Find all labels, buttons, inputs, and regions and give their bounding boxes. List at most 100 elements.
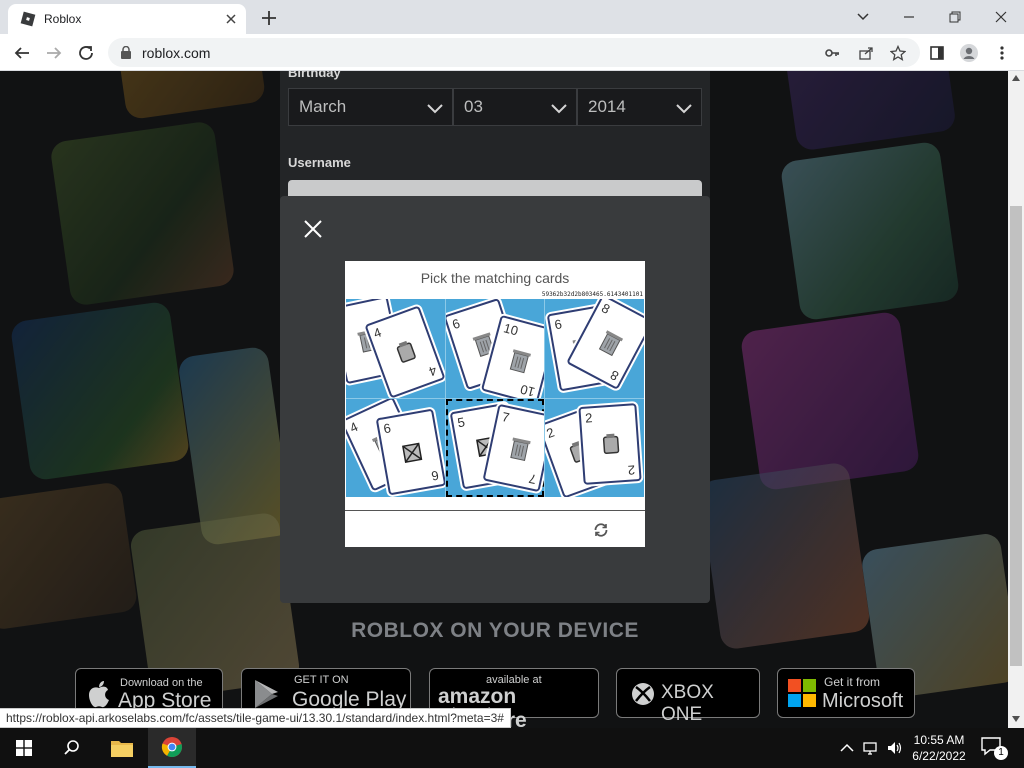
captcha-tile[interactable]: 4444: [346, 299, 445, 398]
network-icon[interactable]: [862, 740, 880, 756]
system-clock[interactable]: 10:55 AM 6/22/2022: [906, 732, 972, 764]
volume-icon[interactable]: [886, 740, 904, 756]
scrollbar-thumb[interactable]: [1010, 206, 1022, 666]
new-tab-icon[interactable]: [258, 7, 280, 29]
day-value: 03: [464, 97, 483, 116]
xbox-one-badge[interactable]: XBOX ONE: [616, 668, 760, 725]
scroll-up-icon[interactable]: [1012, 75, 1020, 81]
card-number: 8: [599, 300, 613, 317]
kebab-menu-icon: [1000, 46, 1004, 60]
star-icon: [890, 45, 906, 61]
captcha-tile[interactable]: 661010: [445, 299, 545, 398]
arrow-right-icon: [47, 47, 62, 59]
windows-taskbar: 10:55 AM 6/22/2022 1: [0, 728, 1024, 768]
chevron-up-icon[interactable]: [838, 740, 856, 756]
chevron-down-icon: [676, 104, 692, 114]
captcha-tile[interactable]: 5577: [445, 398, 545, 497]
browser-toolbar: roblox.com: [0, 34, 1024, 71]
reload-icon: [79, 46, 93, 60]
playing-card: 22: [578, 402, 642, 485]
card-number: 8: [607, 367, 622, 384]
rounded-box-icon: [396, 340, 416, 363]
captcha-tile-grid: 44446610106688446655772222: [346, 299, 644, 497]
tab-strip: Roblox: [0, 0, 1024, 34]
search-icon: [64, 740, 79, 755]
birthday-year-select[interactable]: 2014: [577, 88, 702, 126]
forward-button[interactable]: [41, 40, 67, 66]
tab-roblox[interactable]: Roblox: [8, 4, 246, 34]
birthday-month-select[interactable]: March: [288, 88, 453, 126]
bookmark-button[interactable]: [888, 43, 908, 63]
microsoft-store-badge[interactable]: Get it from Microsoft: [777, 668, 915, 718]
chrome-taskbar-button[interactable]: [148, 728, 196, 768]
captcha-session-id: 59362b32d2b803465.6143401101: [541, 291, 643, 298]
menu-button[interactable]: [989, 40, 1015, 66]
rounded-box-icon: [603, 433, 620, 454]
apple-icon: [89, 681, 109, 708]
file-explorer-button[interactable]: [98, 728, 146, 768]
tab-title: Roblox: [44, 12, 82, 26]
trash-can-icon: [509, 349, 531, 374]
refresh-icon[interactable]: [593, 522, 609, 538]
card-number: 2: [627, 461, 636, 478]
xbox-label: XBOX ONE: [661, 682, 714, 725]
xbox-icon: [632, 683, 654, 705]
card-number: 4: [347, 418, 361, 436]
close-tab-icon[interactable]: [222, 10, 240, 28]
back-button[interactable]: [9, 40, 35, 66]
key-icon: [825, 49, 839, 57]
card-number: 4: [426, 362, 439, 380]
card-number: 7: [500, 408, 511, 425]
x-box-icon: [402, 442, 423, 463]
clock-date: 6/22/2022: [912, 749, 966, 763]
chrome-icon: [161, 737, 182, 758]
roblox-favicon-icon: [20, 11, 36, 27]
birthday-day-select[interactable]: 03: [453, 88, 577, 126]
restore-button[interactable]: [932, 4, 978, 30]
notification-center-button[interactable]: 1: [980, 736, 1008, 760]
captcha-title: Pick the matching cards: [420, 270, 570, 286]
close-icon[interactable]: [302, 218, 324, 240]
side-panel-icon: [930, 46, 944, 60]
profile-button[interactable]: [956, 40, 982, 66]
trash-can-icon: [509, 437, 531, 461]
google-play-small-text: GET IT ON: [294, 674, 349, 686]
card-number: 10: [501, 320, 520, 339]
arrow-left-icon: [14, 47, 29, 59]
clock-time: 10:55 AM: [913, 733, 965, 747]
page-scrollbar[interactable]: [1008, 71, 1024, 728]
google-play-icon: [255, 680, 278, 708]
url-text: roblox.com: [142, 45, 211, 61]
card-number: 5: [455, 413, 466, 430]
card-number: 6: [382, 419, 393, 436]
minimize-button[interactable]: [886, 4, 932, 30]
device-heading: ROBLOX ON YOUR DEVICE: [351, 619, 639, 642]
lock-icon[interactable]: [120, 46, 132, 59]
captcha-tile[interactable]: 4466: [346, 398, 445, 497]
card-number: 4: [346, 309, 347, 325]
side-panel-button[interactable]: [924, 40, 950, 66]
key-button[interactable]: [822, 43, 842, 63]
close-window-button[interactable]: [978, 4, 1024, 30]
chevron-down-icon: [857, 13, 869, 21]
page-content: Birthday March 03 2014 Username Pick the…: [0, 71, 1008, 728]
captcha-footer: [345, 510, 645, 547]
card-number: 2: [545, 424, 557, 441]
share-button[interactable]: [856, 43, 876, 63]
scroll-down-icon[interactable]: [1012, 716, 1020, 722]
username-label: Username: [288, 155, 351, 170]
search-button[interactable]: [48, 728, 96, 768]
reload-button[interactable]: [73, 40, 99, 66]
start-button[interactable]: [0, 728, 48, 768]
share-icon: [859, 47, 873, 60]
captcha-tile[interactable]: 6688: [545, 299, 644, 398]
microsoft-icon: [788, 679, 816, 707]
microsoft-small-text: Get it from: [824, 675, 881, 689]
card-number: 2: [584, 409, 594, 426]
tab-search-button[interactable]: [840, 4, 886, 30]
address-bar[interactable]: roblox.com: [108, 38, 920, 67]
captcha-tile[interactable]: 2222: [545, 398, 644, 497]
avatar-icon: [960, 44, 978, 62]
app-store-small-text: Download on the: [120, 677, 203, 689]
playing-card: 66: [375, 408, 445, 495]
